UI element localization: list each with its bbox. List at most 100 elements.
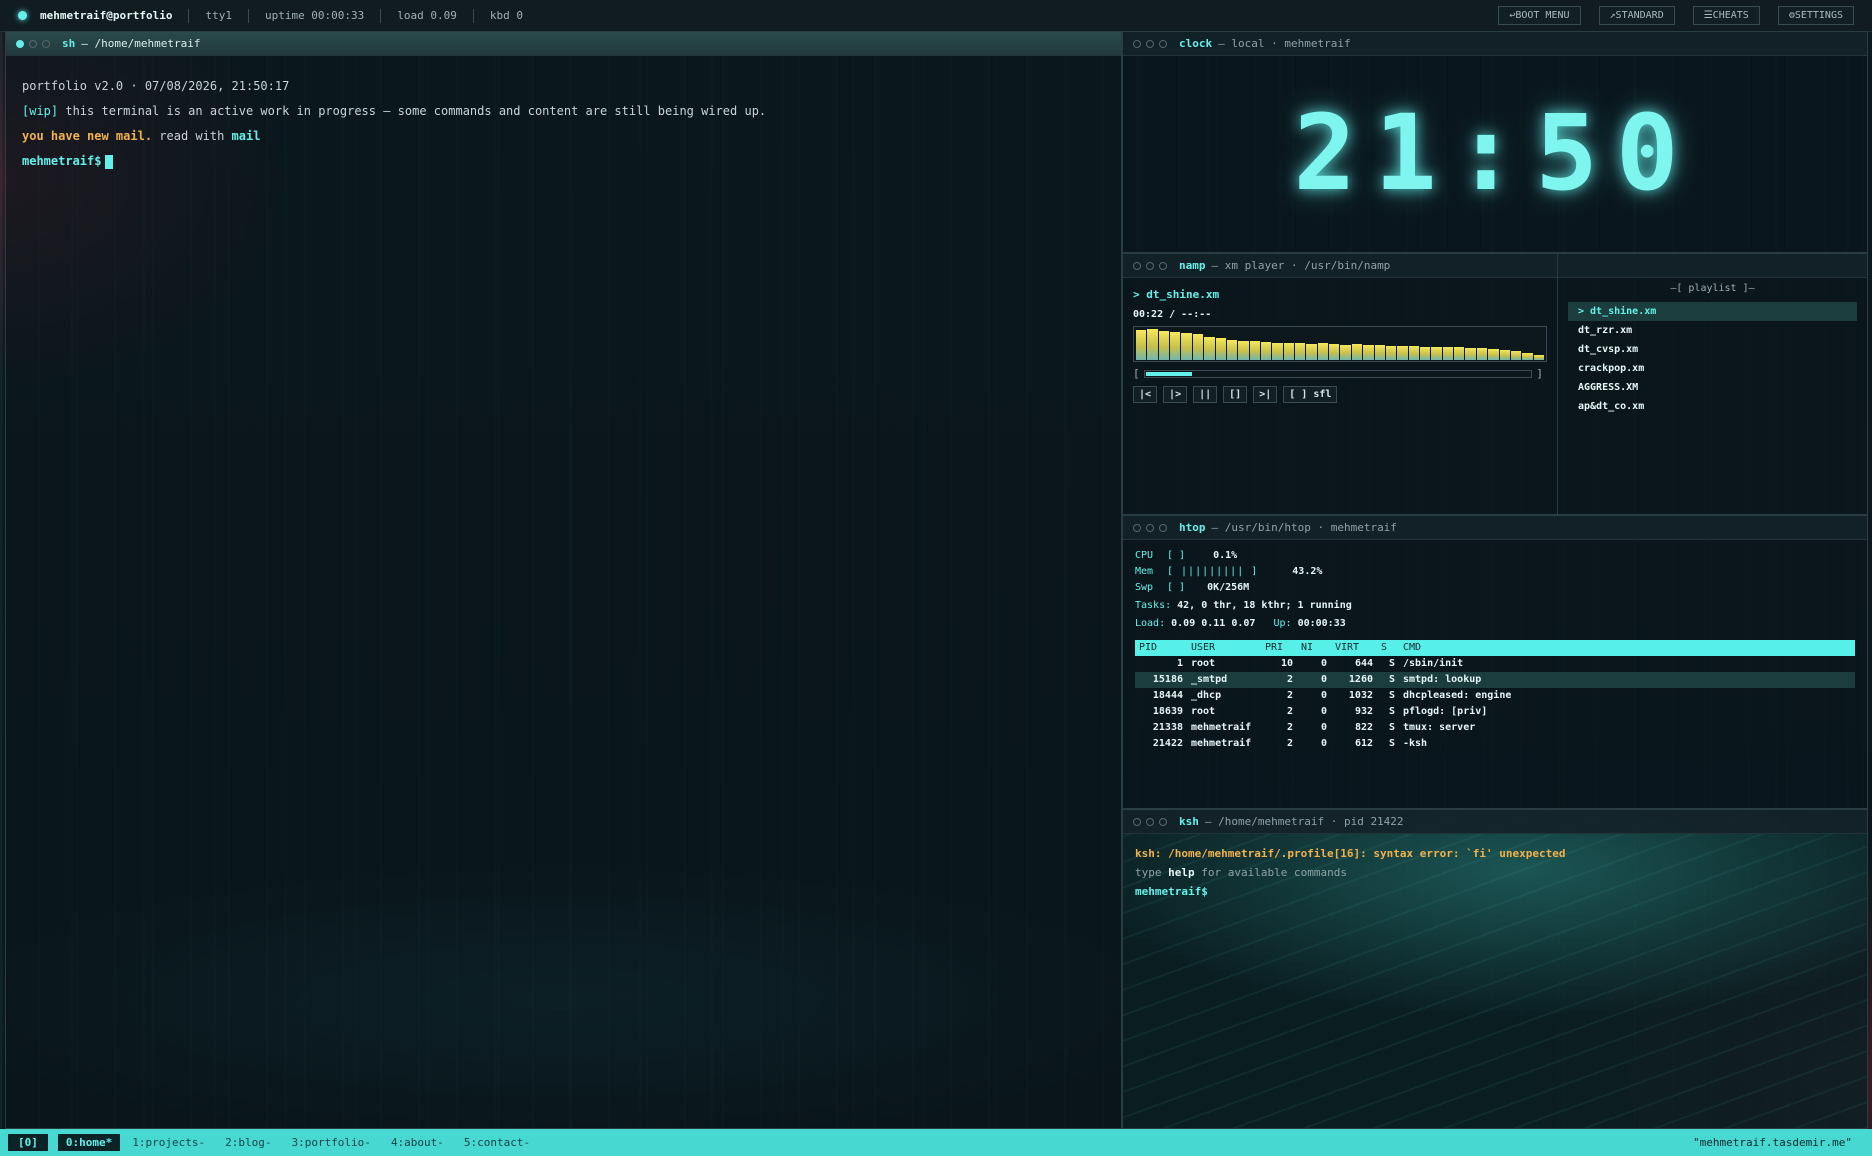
- window-tab-home[interactable]: 0:home*: [57, 1134, 121, 1151]
- table-cell: 18444: [1152, 690, 1183, 701]
- seek-bar[interactable]: [ ]: [1133, 367, 1543, 380]
- boot-menu-button[interactable]: ↩BOOT MENU: [1498, 6, 1581, 25]
- table-row[interactable]: 18639 root 2 0 932 Spflogd: [priv]: [1135, 704, 1855, 720]
- help-command[interactable]: help: [1168, 866, 1195, 879]
- table-cell: 644: [1354, 658, 1373, 669]
- col-state[interactable]: S: [1377, 640, 1399, 656]
- table-row[interactable]: 18444 _dhcp 2 0 1032 Sdhcpleased: engine: [1135, 688, 1855, 704]
- col-ni[interactable]: NI: [1297, 640, 1331, 656]
- standard-button[interactable]: ↗STANDARD: [1598, 6, 1675, 25]
- col-pid[interactable]: PID: [1135, 640, 1187, 656]
- pane-header[interactable]: htop — /usr/bin/htop · mehmetraif: [1123, 516, 1867, 540]
- wip-tag: [wip]: [22, 104, 59, 118]
- pane-header[interactable]: clock — local · mehmetraif: [1123, 32, 1867, 56]
- kbd-label: kbd 0: [489, 9, 524, 22]
- col-cmd[interactable]: CMD: [1399, 640, 1855, 656]
- swap-bars: [ ]: [1167, 582, 1186, 593]
- ksh-pane[interactable]: ksh — /home/mehmetraif · pid 21422 ksh: …: [1122, 809, 1868, 1129]
- htop-content: CPU [ ] 0.1% Mem [ ||||||||| ] 43.2% Swp…: [1123, 540, 1867, 760]
- spectrum-bar: [1363, 344, 1374, 360]
- spectrum-bar: [1431, 346, 1442, 360]
- close-dot-icon[interactable]: [1133, 39, 1141, 48]
- main-shell-pane[interactable]: sh — /home/mehmetraif portfolio v2.0 · 0…: [5, 31, 1122, 1129]
- next-button[interactable]: >|: [1253, 386, 1278, 403]
- playlist-item[interactable]: > dt_shine.xm: [1568, 302, 1857, 321]
- spectrum-bar: [1351, 344, 1363, 360]
- table-cell: S: [1388, 738, 1395, 749]
- maximize-dot-icon[interactable]: [1159, 523, 1167, 532]
- minimize-dot-icon[interactable]: [1146, 261, 1154, 270]
- spectrum-bar: [1533, 354, 1544, 360]
- playlist-item[interactable]: AGGRESS.XM: [1568, 378, 1857, 397]
- pane-name: sh: [62, 37, 76, 50]
- playlist-item[interactable]: dt_rzr.xm: [1568, 321, 1857, 340]
- pane-header[interactable]: sh — /home/mehmetraif: [6, 32, 1121, 56]
- bracket-left: [: [1133, 367, 1140, 380]
- table-row[interactable]: 21422 mehmetraif 2 0 612 S -ksh: [1135, 736, 1855, 752]
- window-tab-contact[interactable]: 5:contact-: [456, 1134, 538, 1151]
- table-cell: 10: [1280, 658, 1293, 669]
- play-button[interactable]: |>: [1163, 386, 1188, 403]
- playlist-item[interactable]: ap&dt_co.xm: [1568, 397, 1857, 416]
- table-row[interactable]: 15186 _smtpd 2 0 1260 Ssmtpd: lookup: [1135, 672, 1855, 688]
- minimize-dot-icon[interactable]: [1146, 39, 1154, 48]
- maximize-dot-icon[interactable]: [1159, 39, 1167, 48]
- wip-text: this terminal is an active work in progr…: [58, 104, 767, 118]
- cheats-button[interactable]: ☰CHEATS: [1692, 6, 1760, 25]
- load-value: 0.09 0.11 0.07: [1165, 618, 1256, 629]
- maximize-dot-icon[interactable]: [1159, 261, 1167, 270]
- table-cell: S: [1388, 722, 1395, 733]
- stop-button[interactable]: []: [1223, 386, 1248, 403]
- minimize-dot-icon[interactable]: [1146, 817, 1154, 826]
- table-cell: S: [1388, 658, 1395, 669]
- music-player-pane[interactable]: namp — xm player · /usr/bin/namp > dt_sh…: [1122, 253, 1868, 515]
- minimize-dot-icon[interactable]: [29, 39, 37, 48]
- playlist: —[ playlist ]— > dt_shine.xm dt_rzr.xm d…: [1557, 254, 1867, 514]
- close-dot-icon[interactable]: [1133, 817, 1141, 826]
- table-row[interactable]: 21338 mehmetraif 2 0 822 Stmux: server: [1135, 720, 1855, 736]
- col-virt[interactable]: VIRT: [1331, 640, 1377, 656]
- spectrum-bar: [1408, 346, 1419, 360]
- window-tab-about[interactable]: 4:about-: [383, 1134, 452, 1151]
- table-cell: 822: [1354, 722, 1373, 733]
- table-cell: 2: [1286, 706, 1293, 717]
- window-tab-projects[interactable]: 1:projects-: [124, 1134, 213, 1151]
- prompt-line[interactable]: mehmetraif$: [22, 149, 1105, 174]
- htop-pane[interactable]: htop — /usr/bin/htop · mehmetraif CPU [ …: [1122, 515, 1868, 809]
- col-user[interactable]: USER: [1187, 640, 1261, 656]
- seek-track[interactable]: [1143, 369, 1533, 378]
- pane-header[interactable]: ksh — /home/mehmetraif · pid 21422: [1123, 810, 1867, 834]
- playlist-item[interactable]: crackpop.xm: [1568, 359, 1857, 378]
- window-tab-blog[interactable]: 2:blog-: [217, 1134, 279, 1151]
- window-tab-portfolio[interactable]: 3:portfolio-: [283, 1134, 378, 1151]
- tasks-line: Tasks: 42, 0 thr, 18 kthr; 1 running: [1135, 598, 1855, 614]
- mail-command[interactable]: mail: [232, 129, 261, 143]
- terminal-output[interactable]: ksh: /home/mehmetraif/.profile[16]: synt…: [1123, 834, 1867, 911]
- spectrum-bar: [1181, 332, 1192, 360]
- settings-button[interactable]: ⚙SETTINGS: [1777, 6, 1854, 25]
- prompt-line[interactable]: mehmetraif$: [1135, 882, 1855, 901]
- close-dot-icon[interactable]: [1133, 523, 1141, 532]
- playback-time: 00:22 / --:--: [1133, 309, 1212, 320]
- clock-pane[interactable]: clock — local · mehmetraif 21:50: [1122, 31, 1868, 253]
- close-dot-icon[interactable]: [1133, 261, 1141, 270]
- status-dot-icon: [18, 11, 27, 20]
- table-cell: -ksh: [1403, 738, 1428, 749]
- pane-name: htop: [1179, 521, 1206, 534]
- spectrum-bar: [1192, 334, 1204, 360]
- table-cell: S: [1377, 672, 1399, 688]
- minimize-dot-icon[interactable]: [1146, 523, 1154, 532]
- terminal-output[interactable]: portfolio v2.0 · 07/08/2026, 21:50:17 [w…: [6, 56, 1121, 192]
- col-pri[interactable]: PRI: [1261, 640, 1297, 656]
- table-cell: 21338: [1152, 722, 1183, 733]
- previous-button[interactable]: |<: [1133, 386, 1158, 403]
- playlist-item[interactable]: dt_cvsp.xm: [1568, 340, 1857, 359]
- shuffle-toggle[interactable]: [ ] sfl: [1283, 386, 1338, 403]
- pause-button[interactable]: ||: [1193, 386, 1218, 403]
- spectrum-bar: [1397, 345, 1408, 360]
- spectrum-bar: [1317, 343, 1329, 360]
- maximize-dot-icon[interactable]: [1159, 817, 1167, 826]
- maximize-dot-icon[interactable]: [42, 39, 50, 48]
- close-dot-icon[interactable]: [16, 39, 24, 48]
- table-row[interactable]: 1 root 10 0 644 S/sbin/init: [1135, 656, 1855, 672]
